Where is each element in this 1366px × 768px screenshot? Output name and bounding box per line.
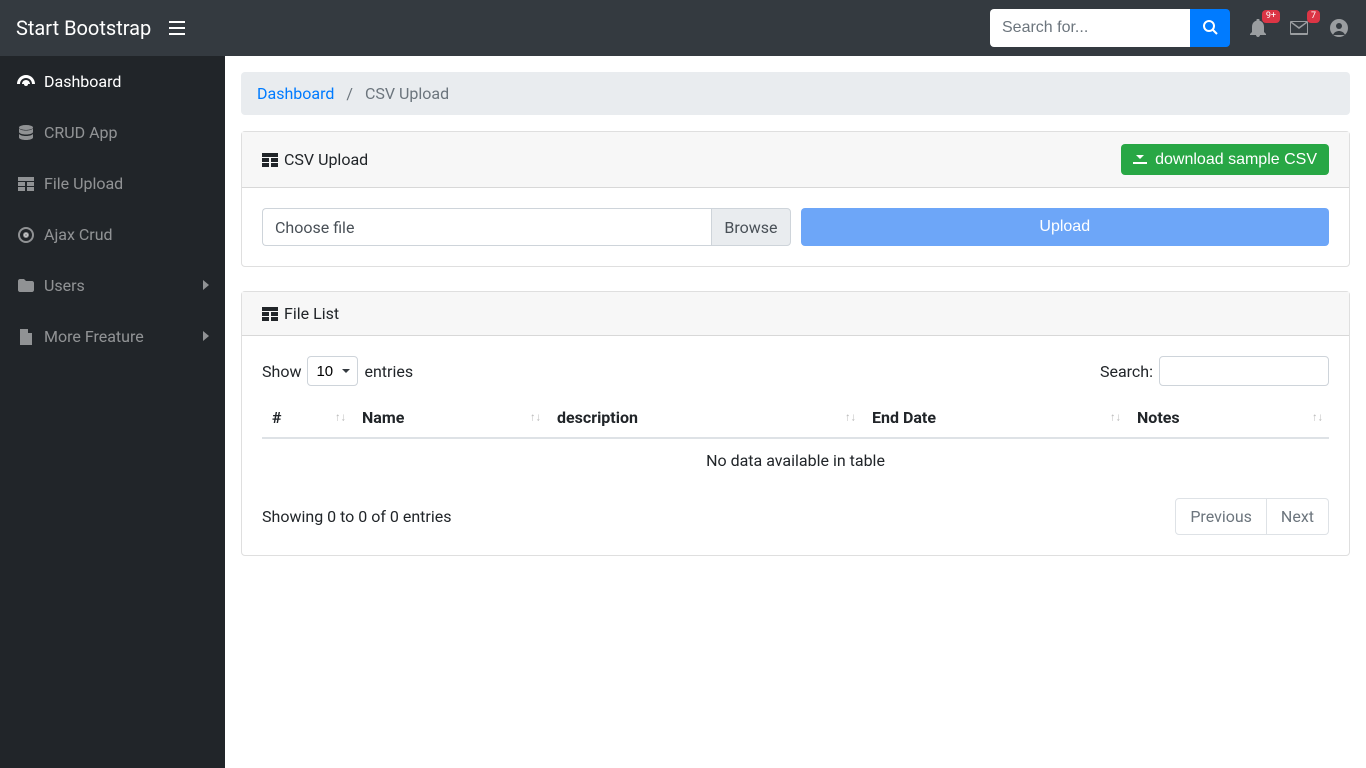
table-icon xyxy=(16,177,36,191)
file-input-group: Choose file Browse xyxy=(262,208,791,246)
sidebar-item-label: More Freature xyxy=(44,327,144,346)
sort-icon: ↑↓ xyxy=(1110,414,1121,421)
entries-selector-group: Show 10 entries xyxy=(262,356,413,386)
sidebar-item-crud-app[interactable]: CRUD App xyxy=(0,107,225,158)
hamburger-icon[interactable] xyxy=(167,18,187,38)
database-icon xyxy=(16,125,36,141)
search-icon xyxy=(1202,19,1218,38)
sidebar-item-more-feature[interactable]: More Freature xyxy=(0,311,225,362)
column-header-index[interactable]: #↑↓ xyxy=(262,398,352,438)
download-icon xyxy=(1133,150,1147,169)
file-list-card: File List Show 10 entries S xyxy=(241,291,1350,556)
csv-upload-card: CSV Upload download sample CSV Choose fi… xyxy=(241,131,1350,267)
sidebar-item-users[interactable]: Users xyxy=(0,260,225,311)
entries-label: entries xyxy=(364,362,413,381)
table-icon xyxy=(262,307,278,321)
sidebar-item-label: CRUD App xyxy=(44,123,118,142)
download-sample-label: download sample CSV xyxy=(1155,151,1317,169)
pagination: Previous Next xyxy=(1175,498,1329,535)
next-button[interactable]: Next xyxy=(1267,498,1329,535)
navbar-search xyxy=(990,9,1230,47)
messages-badge: 7 xyxy=(1307,10,1320,23)
user-icon[interactable] xyxy=(1330,18,1350,38)
sidebar-item-label: Ajax Crud xyxy=(44,225,113,244)
target-icon xyxy=(16,227,36,243)
chevron-right-icon xyxy=(203,279,209,293)
navbar: Start Bootstrap 9+ 7 xyxy=(0,0,1366,56)
breadcrumb-separator: / xyxy=(346,84,353,103)
breadcrumb: Dashboard / CSV Upload xyxy=(241,72,1350,115)
prev-button[interactable]: Previous xyxy=(1175,498,1267,535)
entries-select[interactable]: 10 xyxy=(307,356,358,386)
file-input-placeholder: Choose file xyxy=(275,218,354,237)
file-input[interactable]: Choose file xyxy=(262,208,711,246)
envelope-icon[interactable]: 7 xyxy=(1290,18,1310,38)
column-header-description[interactable]: description↑↓ xyxy=(547,398,862,438)
breadcrumb-current: CSV Upload xyxy=(365,84,449,103)
search-label: Search: xyxy=(1100,362,1153,381)
table-icon xyxy=(262,153,278,167)
sort-icon: ↑↓ xyxy=(335,414,346,421)
file-list-header: File List xyxy=(242,292,1349,336)
column-header-end-date[interactable]: End Date↑↓ xyxy=(862,398,1127,438)
navbar-brand[interactable]: Start Bootstrap xyxy=(16,16,151,40)
show-label: Show xyxy=(262,362,301,381)
main-content: Dashboard / CSV Upload CSV Upload downlo… xyxy=(225,56,1366,768)
table-info: Showing 0 to 0 of 0 entries xyxy=(262,507,451,526)
file-list-title: File List xyxy=(284,304,339,323)
sidebar-item-dashboard[interactable]: Dashboard xyxy=(0,56,225,107)
table-search-input[interactable] xyxy=(1159,356,1329,386)
sort-icon: ↑↓ xyxy=(845,414,856,421)
file-list-table: #↑↓ Name↑↓ description↑↓ End Date↑↓ Note… xyxy=(262,398,1329,482)
table-search-group: Search: xyxy=(1100,356,1329,386)
sidebar-item-label: File Upload xyxy=(44,174,123,193)
sidebar-item-label: Users xyxy=(44,276,85,295)
search-input[interactable] xyxy=(990,9,1190,47)
breadcrumb-link-dashboard[interactable]: Dashboard xyxy=(257,84,334,103)
download-sample-button[interactable]: download sample CSV xyxy=(1121,144,1329,175)
sort-icon: ↑↓ xyxy=(1312,414,1323,421)
sidebar-item-label: Dashboard xyxy=(44,72,121,91)
browse-button[interactable]: Browse xyxy=(711,208,790,246)
file-icon xyxy=(16,329,36,345)
search-button[interactable] xyxy=(1190,9,1230,47)
table-row-empty: No data available in table xyxy=(262,438,1329,482)
sidebar-item-ajax-crud[interactable]: Ajax Crud xyxy=(0,209,225,260)
empty-message: No data available in table xyxy=(262,438,1329,482)
upload-button[interactable]: Upload xyxy=(801,208,1330,246)
csv-upload-header: CSV Upload download sample CSV xyxy=(242,132,1349,188)
sidebar-item-file-upload[interactable]: File Upload xyxy=(0,158,225,209)
sort-icon: ↑↓ xyxy=(530,414,541,421)
folder-icon xyxy=(16,279,36,292)
bell-icon[interactable]: 9+ xyxy=(1250,18,1270,38)
column-header-notes[interactable]: Notes↑↓ xyxy=(1127,398,1329,438)
column-header-name[interactable]: Name↑↓ xyxy=(352,398,547,438)
chevron-right-icon xyxy=(203,330,209,344)
csv-upload-title: CSV Upload xyxy=(284,150,368,169)
dashboard-icon xyxy=(16,75,36,89)
notifications-badge: 9+ xyxy=(1262,10,1280,23)
sidebar: Dashboard CRUD App File Upload Ajax Crud… xyxy=(0,56,225,768)
